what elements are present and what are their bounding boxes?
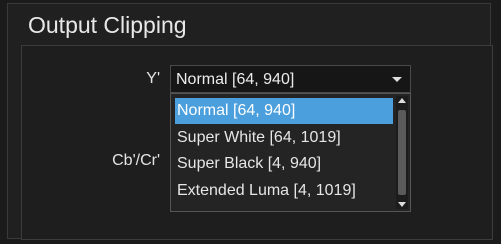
dropdown-option-extended-luma[interactable]: Extended Luma [4, 1019]: [175, 178, 393, 204]
scroll-up-icon[interactable]: [398, 98, 406, 103]
y-clipping-dropdown-list: Normal [64, 940] Super White [64, 1019] …: [170, 93, 411, 212]
dropdown-option-super-white[interactable]: Super White [64, 1019]: [175, 125, 393, 151]
chevron-down-icon[interactable]: [392, 77, 402, 82]
dropdown-scrollbar[interactable]: [396, 96, 408, 209]
scroll-down-icon[interactable]: [398, 202, 406, 207]
cbcr-label: Cb'/Cr': [112, 152, 160, 169]
dropdown-option-normal[interactable]: Normal [64, 940]: [175, 98, 393, 124]
y-clipping-select-value: Normal [64, 940]: [176, 71, 295, 88]
panel-title: Output Clipping: [28, 12, 187, 38]
dropdown-option-super-black[interactable]: Super Black [4, 940]: [175, 151, 393, 177]
y-clipping-select[interactable]: Normal [64, 940]: [170, 65, 411, 93]
y-label: Y': [146, 70, 160, 87]
scrollbar-thumb[interactable]: [398, 110, 406, 195]
